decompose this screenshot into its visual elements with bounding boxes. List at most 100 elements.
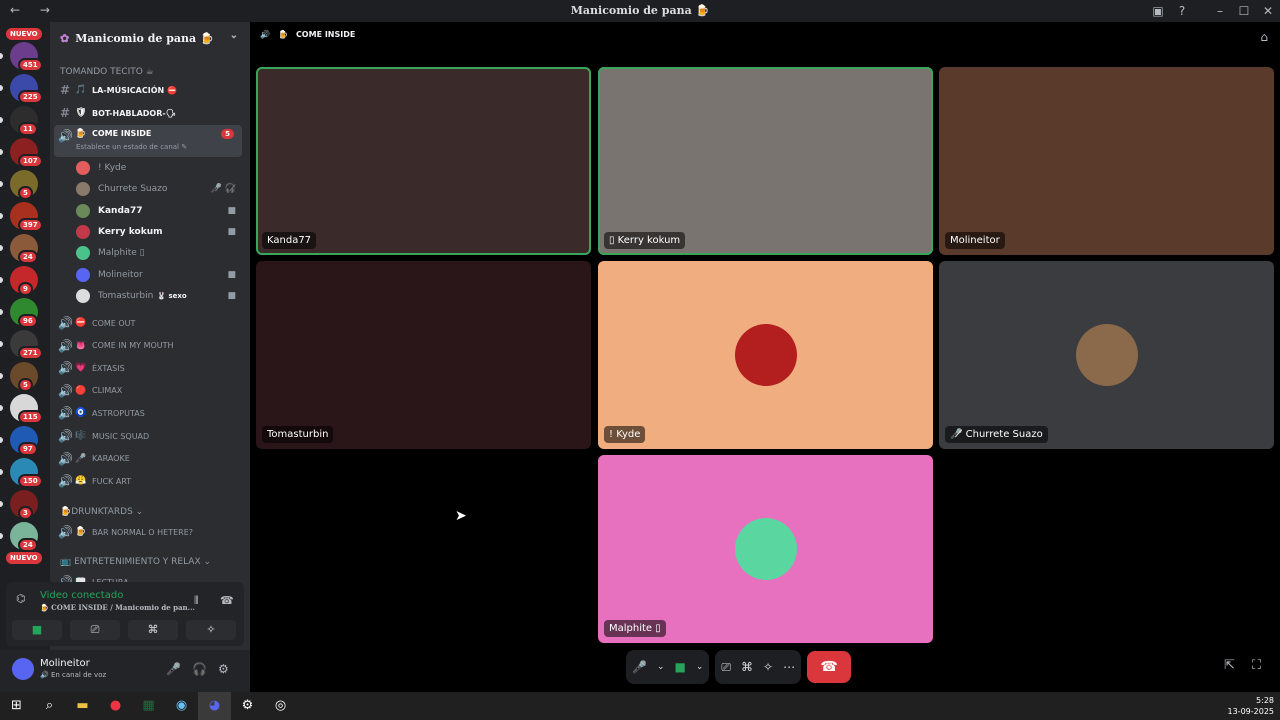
unread-indicator [0, 85, 3, 91]
server-header[interactable]: ✿ Manicomio de pana 🍺 ⌄ [50, 22, 250, 54]
noise-suppression-icon[interactable]: ⫴ [194, 594, 199, 608]
category-entretenimiento[interactable]: 📺 ENTRETENIMIENTO Y RELAX ⌄ [50, 554, 211, 570]
voice-channel[interactable]: 🔊 🎤 KARAOKE [54, 449, 242, 469]
gear-icon[interactable]: ⚙ [218, 662, 229, 676]
channel-name: CLIMAX [92, 386, 123, 396]
voice-user-name: Tomasturbin [98, 290, 154, 301]
fullscreen-icon[interactable]: ⛶ [1252, 658, 1261, 673]
channel-bot-hablador[interactable]: # 🛡 BOT-HABLADOR-🗣 [54, 103, 242, 123]
channel-bar-normal[interactable]: 🔊 🍺 BAR NORMAL O HETERE? [54, 522, 242, 542]
chevron-down-icon[interactable]: ⌄ [657, 662, 665, 672]
voice-user[interactable]: Kerry kokum ■ [76, 222, 236, 242]
new-badge: NUEVO [6, 552, 42, 564]
close-button[interactable]: ✕ [1256, 4, 1280, 18]
windows-icon[interactable]: ⊞ [0, 692, 33, 720]
voice-user[interactable]: Tomasturbin 🐰 sexo ■ [76, 286, 236, 306]
voice-user[interactable]: Kanda77 ■ [76, 201, 236, 221]
notification-badge: 271 [18, 346, 43, 360]
avatar[interactable] [12, 658, 34, 680]
screenshare-icon[interactable]: ⎚ [721, 660, 731, 675]
voice-channel[interactable]: 🔊 🔴 CLIMAX [54, 381, 242, 401]
chrome-icon[interactable]: ● [99, 692, 132, 720]
voice-channel[interactable]: 🔊 ⛔ COME OUT [54, 313, 242, 333]
voice-channel[interactable]: 🔊 👅 COME IN MY MOUTH [54, 336, 242, 356]
channel-name: COME OUT [92, 318, 136, 328]
soundboard-icon[interactable]: ✧ [763, 660, 773, 674]
settings-icon[interactable]: ⚙ [231, 692, 264, 720]
category-drunktards[interactable]: 🍺DRUNKTARDS ⌄ [50, 504, 143, 520]
actions-group: ⎚ ⌘ ✧ ⋯ [715, 650, 802, 684]
microphone-icon[interactable]: 🎤 [632, 660, 647, 674]
voice-user[interactable]: Malphite ▯ [76, 243, 236, 263]
discord-icon[interactable]: ◕ [198, 692, 231, 720]
unread-indicator [0, 117, 3, 123]
voice-channel[interactable]: 🔊 🎼 MUSIC SQUAD [54, 426, 242, 446]
screenshare-button[interactable]: ⎚ [70, 620, 120, 640]
channel-come-inside[interactable]: 🔊 🍺 COME INSIDE 5 [54, 125, 242, 157]
unread-indicator [0, 277, 3, 283]
voice-user[interactable]: Churrete Suazo 🎤̸ 🎧̸ [76, 179, 236, 199]
inbox-icon[interactable]: ▣ [1146, 4, 1170, 18]
video-tile[interactable]: Kanda77 [256, 67, 591, 255]
app-icon[interactable]: ◎ [264, 692, 297, 720]
call-header: 🔊 🍺 COME INSIDE [260, 30, 356, 39]
video-tile[interactable]: Malphite ▯ [598, 455, 933, 643]
voice-channel-path[interactable]: 🍺 COME INSIDE / Manicomio de pan... [40, 603, 195, 612]
voice-connection-panel: ⌬ Video conectado 🍺 COME INSIDE / Manico… [6, 582, 244, 646]
folder-icon[interactable]: ▬ [66, 692, 99, 720]
minimize-button[interactable]: – [1208, 4, 1232, 18]
voice-channel[interactable]: 🔊 🧿 ASTROPUTAS [54, 403, 242, 423]
activity-icon[interactable]: ⌘ [741, 660, 753, 674]
voice-user[interactable]: ! Kyde [76, 158, 236, 178]
voice-channel[interactable]: 🔊 💗 ÉXTASIS [54, 358, 242, 378]
search-icon[interactable]: ⌕ [33, 692, 66, 720]
channel-name: KARAOKE [92, 454, 130, 464]
video-tile[interactable]: Tomasturbin [256, 261, 591, 449]
help-icon[interactable]: ? [1170, 4, 1194, 18]
popout-icon[interactable]: ⇱ [1224, 658, 1235, 673]
steam-icon[interactable]: ◉ [165, 692, 198, 720]
video-tile[interactable]: ! Kyde [598, 261, 933, 449]
chevron-down-icon[interactable]: ⌄ [230, 30, 238, 41]
channel-la-musicacion[interactable]: # 🎵 LA-MÚSICACIÓN ⛔ [54, 80, 242, 100]
microphone-icon[interactable]: 🎤 [166, 662, 181, 676]
unread-indicator [0, 469, 3, 475]
hang-up-button[interactable]: ☎ [807, 651, 852, 683]
headphones-icon[interactable]: 🎧 [192, 662, 207, 676]
notification-badge: 115 [18, 410, 43, 424]
camera-button[interactable]: ■ [12, 620, 62, 640]
signal-icon[interactable]: ⌬ [16, 592, 26, 605]
notification-badge: 11 [18, 122, 38, 136]
avatar [76, 224, 90, 239]
soundboard-button[interactable]: ✧ [186, 620, 236, 640]
category-tomando[interactable]: TOMANDO TECITO ☕ [50, 64, 154, 80]
clock[interactable]: 5:28 13-09-2025 [1228, 695, 1275, 717]
more-icon[interactable]: ⋯ [783, 660, 795, 674]
channel-status[interactable]: Establece un estado de canal ✎ [76, 143, 187, 151]
channel-name: ASTROPUTAS [92, 408, 145, 418]
voice-user[interactable]: Molineitor ■ [76, 265, 236, 285]
unread-indicator [0, 53, 3, 59]
mic-group[interactable]: 🎤 ⌄ ■ ⌄ [626, 650, 710, 684]
video-tile[interactable]: 🎤̸ Churrete Suazo [939, 261, 1274, 449]
excel-icon[interactable]: ▦ [132, 692, 165, 720]
chevron-down-icon[interactable]: ⌄ [696, 662, 704, 672]
unread-indicator [0, 181, 3, 187]
channel-emoji: 🎤 [75, 453, 87, 464]
camera-icon[interactable]: ■ [675, 660, 686, 674]
inbox-icon[interactable]: ⌂ [1260, 30, 1268, 44]
username[interactable]: Molineitor [40, 658, 90, 669]
voice-channel[interactable]: 🔊 😤 FUCK ART [54, 471, 242, 491]
voice-user-name: Churrete Suazo [98, 184, 168, 195]
activity-button[interactable]: ⌘ [128, 620, 178, 640]
notification-badge: 24 [18, 250, 38, 264]
maximize-button[interactable]: ☐ [1232, 4, 1256, 18]
disconnect-icon[interactable]: ☎ [220, 594, 234, 607]
new-badge: NUEVO [6, 28, 42, 40]
video-tile[interactable]: ▯ Kerry kokum [598, 67, 933, 255]
participant-name: Tomasturbin [262, 426, 334, 443]
user-panel: Molineitor 🔊 En canal de voz 🎤 🎧 ⚙ [0, 650, 250, 692]
video-tile[interactable]: Molineitor [939, 67, 1274, 255]
unread-indicator [0, 309, 3, 315]
channel-emoji: 🧿 [75, 408, 87, 419]
